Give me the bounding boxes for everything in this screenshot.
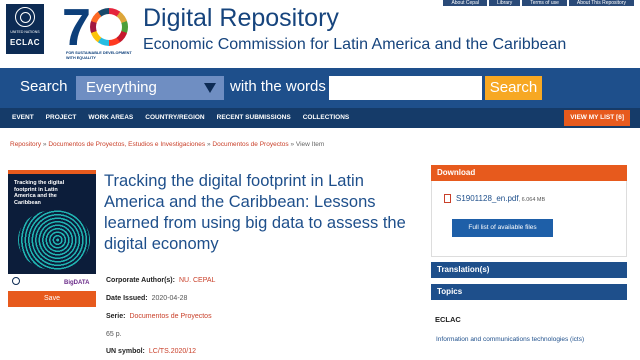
pdf-download-link[interactable]: S1901128_en.pdf, 6.064 MB — [456, 194, 545, 203]
breadcrumb-link-documentos-estudios[interactable]: Documentos de Proyectos, Estudios e Inve… — [48, 141, 205, 148]
pages-value: 65 p. — [106, 331, 122, 338]
un-logo-text: UNITED NATIONS — [10, 30, 40, 34]
pdf-file-name[interactable]: S1901128_en.pdf — [456, 194, 519, 203]
serie-link[interactable]: Documentos de Proyectos — [129, 313, 211, 320]
nav-item-work-areas[interactable]: WORK AREAS — [82, 108, 139, 128]
search-scope-value: Everything — [86, 79, 157, 96]
seventy-seven-glyph: 7 — [62, 0, 91, 57]
breadcrumb-separator: » — [290, 141, 295, 148]
breadcrumb-separator: » — [206, 141, 211, 148]
topics-heading: Topics — [431, 284, 627, 300]
search-scope-select[interactable]: Everything — [76, 76, 224, 100]
search-bar: Search Everything with the words Search — [0, 68, 640, 108]
save-button[interactable]: Save — [8, 291, 96, 307]
bigdata-logo: BigDATA — [64, 280, 90, 286]
fingerprint-graphic — [18, 210, 90, 270]
anniversary-tagline: FOR SUSTAINABLE DEVELOPMENT WITH EQUALIT… — [66, 51, 132, 60]
breadcrumb-current: View Item — [295, 141, 325, 148]
meta-pages: 65 p. — [106, 331, 406, 338]
seventy-anniversary-logo: 7 FOR SUSTAINABLE DEVELOPMENT WITH EQUAL… — [62, 0, 132, 62]
meta-label: UN symbol: — [106, 348, 145, 355]
nav-item-country-region[interactable]: COUNTRY/REGION — [139, 108, 210, 128]
search-button[interactable]: Search — [485, 76, 542, 100]
search-input[interactable] — [329, 76, 482, 100]
breadcrumb-separator: » — [42, 141, 47, 148]
meta-corporate-author: Corporate Author(s): NU. CEPAL — [106, 277, 406, 284]
breadcrumb-link-documentos-proyectos[interactable]: Documentos de Proyectos — [212, 141, 288, 148]
breadcrumb-link-repository[interactable]: Repository — [10, 141, 41, 148]
pdf-file-icon — [444, 194, 451, 203]
chevron-down-icon — [204, 83, 216, 93]
with-words-label: with the words — [230, 78, 326, 95]
site-header: UNITED NATIONS ECLAC 7 FOR SUSTAINABLE D… — [0, 0, 640, 68]
pdf-file-size: , 6.064 MB — [518, 197, 546, 203]
nav-item-collections[interactable]: COLLECTIONS — [297, 108, 356, 128]
eclac-logo-text: ECLAC — [9, 38, 41, 47]
item-title: Tracking the digital footprint in Latin … — [104, 172, 406, 253]
topic-link-icts[interactable]: Information and communications technolog… — [436, 335, 626, 344]
search-label: Search — [20, 78, 68, 95]
un-eclac-logo[interactable]: UNITED NATIONS ECLAC — [6, 4, 44, 54]
main-nav: EVENT PROJECT WORK AREAS COUNTRY/REGION … — [0, 108, 640, 128]
cover-footer: BigDATA — [8, 274, 96, 288]
cover-title: Tracking the digital footprint in Latin … — [14, 180, 65, 206]
translations-heading[interactable]: Translation(s) — [431, 262, 627, 278]
full-list-files-button[interactable]: Full list of available files — [452, 219, 553, 237]
un-mini-logo-icon — [12, 277, 20, 285]
un-symbol-link[interactable]: LC/TS.2020/12 — [149, 348, 196, 355]
nav-item-recent-submissions[interactable]: RECENT SUBMISSIONS — [211, 108, 297, 128]
nav-item-project[interactable]: PROJECT — [40, 108, 83, 128]
site-title[interactable]: Digital Repository — [143, 4, 339, 33]
topic-group-label: ECLAC — [435, 315, 461, 324]
site-subtitle: Economic Commission for Latin America an… — [143, 36, 567, 53]
corporate-author-link[interactable]: NU. CEPAL — [179, 277, 215, 284]
meta-label: Corporate Author(s): — [106, 277, 175, 284]
publication-cover-thumbnail[interactable]: Tracking the digital footprint in Latin … — [8, 170, 96, 288]
meta-label: Date Issued: — [106, 295, 148, 302]
meta-serie: Serie: Documentos de Proyectos — [106, 313, 406, 320]
breadcrumb: Repository » Documentos de Proyectos, Es… — [10, 141, 324, 148]
sdg-ring-icon — [90, 8, 128, 46]
meta-un-symbol: UN symbol: LC/TS.2020/12 — [106, 348, 406, 355]
nav-item-event[interactable]: EVENT — [6, 108, 40, 128]
meta-label: Serie: — [106, 313, 126, 320]
meta-date-issued: Date Issued: 2020-04-28 — [106, 295, 406, 302]
un-emblem-icon — [15, 7, 35, 27]
download-heading: Download — [431, 165, 627, 181]
view-my-list-button[interactable]: VIEW MY LIST [6] — [564, 110, 630, 126]
date-issued-value: 2020-04-28 — [151, 295, 188, 302]
cover-top-band — [8, 170, 96, 174]
